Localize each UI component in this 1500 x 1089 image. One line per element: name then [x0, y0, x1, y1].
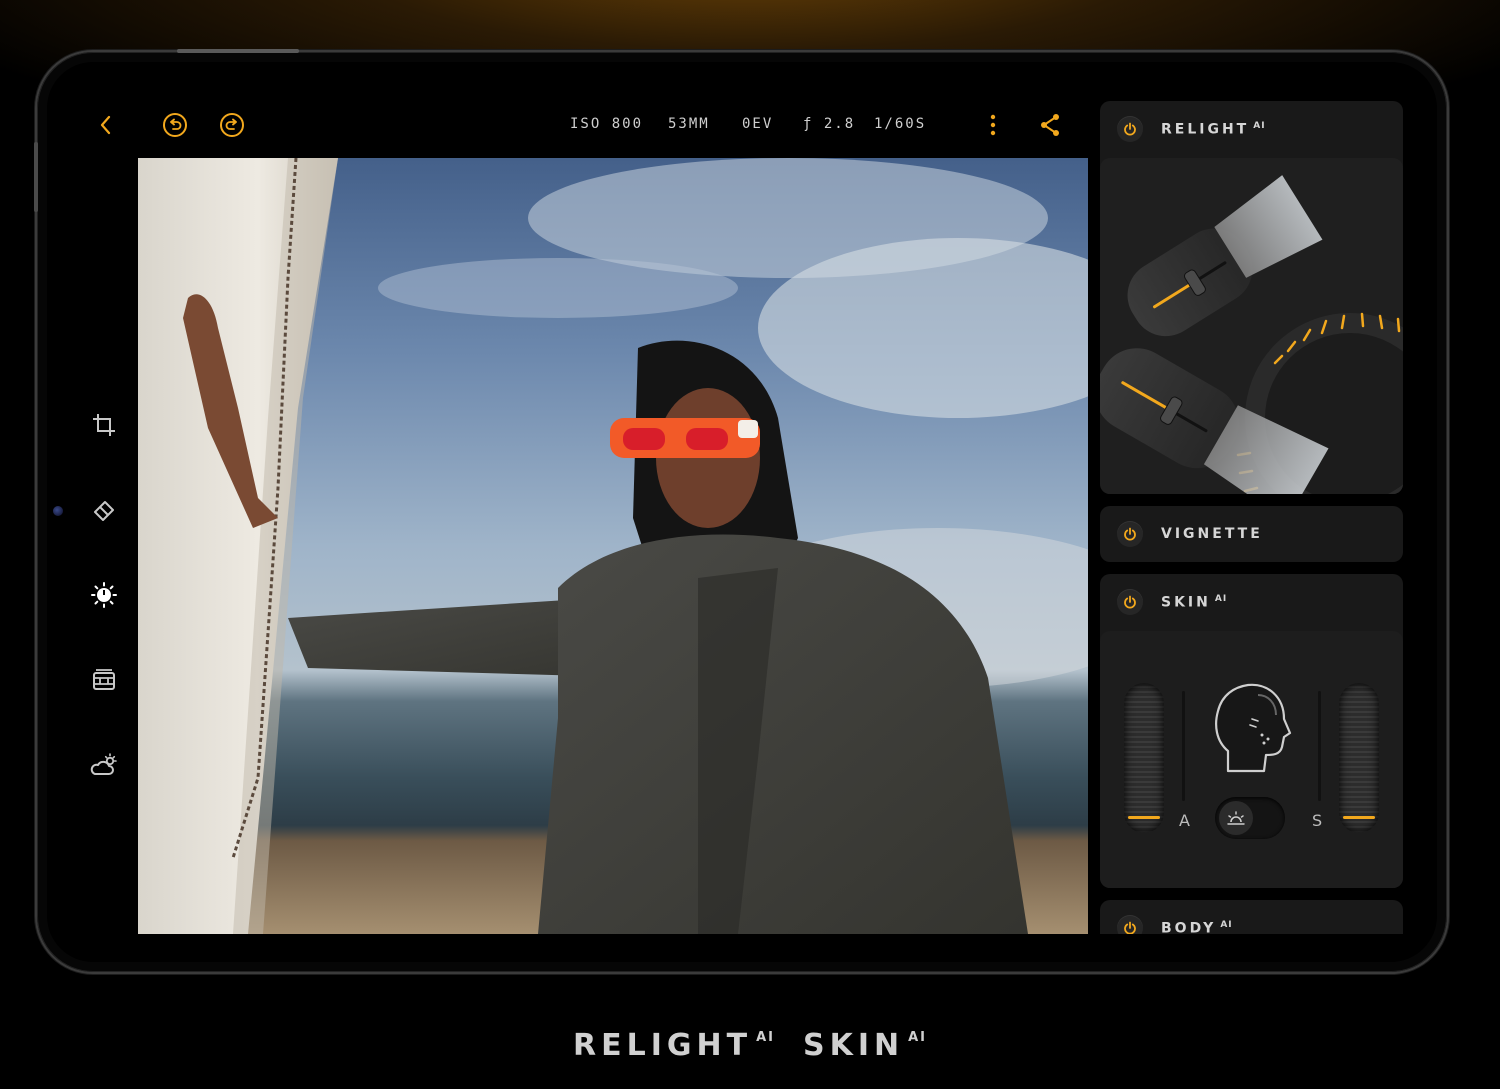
eraser-tool[interactable] — [89, 495, 119, 525]
caption-skin: SKIN — [802, 1028, 905, 1063]
share-icon — [1041, 114, 1059, 136]
weather-tool[interactable] — [89, 750, 119, 780]
exif-iso: ISO 800 — [570, 116, 644, 132]
skin-amount-label: A — [1179, 811, 1190, 830]
redo-icon — [220, 113, 244, 137]
redo-button[interactable] — [219, 112, 245, 138]
skin-amount-track — [1182, 691, 1185, 801]
vignette-title: VIGNETTE — [1161, 526, 1263, 542]
body-panel-header[interactable]: BODY AI — [1100, 900, 1403, 934]
back-button[interactable] — [93, 112, 119, 138]
skin-ai-badge: AI — [1214, 593, 1228, 604]
chevron-left-icon — [100, 115, 111, 135]
crop-tool[interactable] — [89, 410, 119, 440]
film-icon — [93, 669, 115, 690]
power-icon — [1124, 122, 1136, 136]
skin-title: SKIN AI — [1161, 593, 1228, 611]
weather-icon — [90, 753, 117, 775]
relight-power-toggle[interactable] — [1117, 116, 1143, 142]
skin-amount-wheel[interactable] — [1124, 683, 1164, 833]
relight-title: RELIGHT AI — [1161, 120, 1266, 138]
film-tool[interactable] — [89, 665, 119, 695]
skin-panel-header[interactable]: SKIN AI — [1100, 574, 1403, 630]
power-icon — [1124, 527, 1136, 541]
relight-panel-header[interactable]: RELIGHT AI — [1100, 101, 1403, 157]
more-button[interactable] — [980, 112, 1006, 138]
relight-panel: RELIGHT AI — [1100, 101, 1403, 494]
skin-smooth-indicator — [1343, 816, 1375, 819]
body-power-toggle[interactable] — [1117, 915, 1143, 934]
photo-canvas[interactable] — [138, 158, 1088, 934]
skin-smooth-label: S — [1312, 811, 1323, 830]
body-ai-badge: AI — [1220, 919, 1233, 930]
caption-skin-ai: AI — [908, 1030, 927, 1045]
exposure-tool[interactable] — [89, 580, 119, 610]
undo-button[interactable] — [162, 112, 188, 138]
eraser-icon — [94, 501, 114, 521]
exif-exposure-value: 0EV — [742, 116, 774, 132]
skin-mode-toggle[interactable] — [1215, 797, 1285, 839]
sun-face-icon — [1227, 811, 1245, 825]
relight-ai-badge: AI — [1253, 120, 1266, 131]
power-icon — [1124, 595, 1136, 609]
skin-smooth-wheel[interactable] — [1339, 683, 1379, 833]
exif-shutter-speed: 1/60S — [874, 116, 927, 132]
skin-amount-indicator — [1128, 816, 1160, 819]
exposure-icon — [91, 582, 117, 608]
feature-caption: RELIGHT AI SKIN AI — [0, 1028, 1500, 1063]
front-camera — [53, 506, 63, 516]
vignette-panel[interactable]: VIGNETTE — [1100, 506, 1403, 562]
photo-image — [138, 158, 1088, 934]
undo-icon — [163, 113, 187, 137]
body-panel[interactable]: BODY AI — [1100, 900, 1403, 934]
exif-aperture: ƒ 2.8 — [803, 116, 856, 132]
share-button[interactable] — [1037, 112, 1063, 138]
face-head-icon — [1215, 683, 1292, 773]
exif-focal-length: 53MM — [668, 116, 710, 132]
skin-panel: SKIN AI A S — [1100, 574, 1403, 888]
skin-smooth-track — [1318, 691, 1321, 801]
vignette-panel-header[interactable]: VIGNETTE — [1100, 506, 1403, 562]
skin-control-area: A S — [1100, 631, 1403, 888]
crop-icon — [93, 414, 115, 436]
caption-relight: RELIGHT — [572, 1028, 753, 1063]
body-title: BODY AI — [1161, 919, 1233, 934]
caption-relight-ai: AI — [756, 1030, 775, 1045]
relight-control-area[interactable] — [1100, 158, 1403, 494]
relight-lights-illustration — [1100, 175, 1403, 494]
skin-mode-knob — [1219, 801, 1253, 835]
skin-power-toggle[interactable] — [1117, 589, 1143, 615]
tablet-top-button — [177, 49, 299, 53]
tablet-side-button — [34, 142, 38, 212]
vignette-power-toggle[interactable] — [1117, 521, 1143, 547]
power-icon — [1124, 921, 1136, 934]
more-vertical-icon — [990, 114, 996, 136]
